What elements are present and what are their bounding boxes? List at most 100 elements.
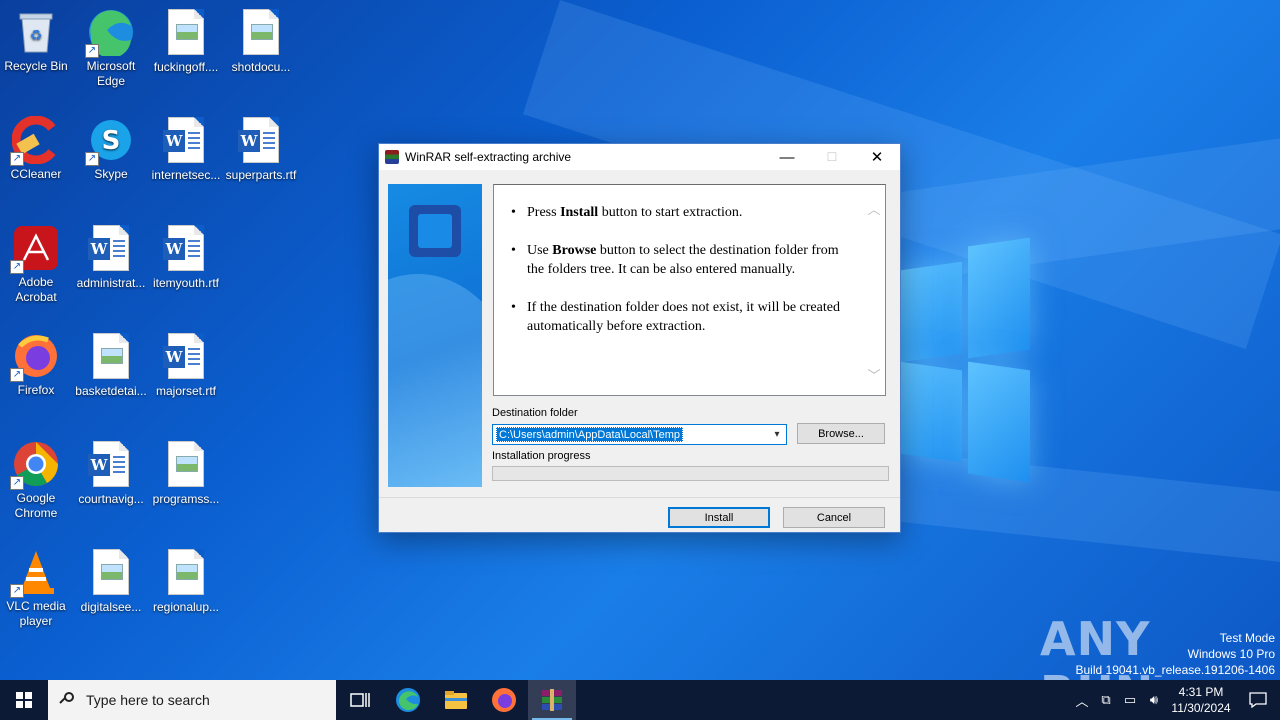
instruction-keyword: Browse — [552, 243, 597, 258]
desktop-icon[interactable]: shotdocu... — [223, 8, 299, 75]
winrar-side-banner — [388, 184, 482, 487]
windows-build-watermark: Test Mode Windows 10 Pro Build 19041.vb_… — [1076, 630, 1276, 678]
instructions-box: Press Install button to start extraction… — [493, 184, 886, 396]
desktop-icon[interactable]: ↗ VLC media player — [0, 548, 74, 629]
svg-text:S: S — [102, 126, 121, 156]
desktop-icon-label: itemyouth.rtf — [152, 276, 220, 290]
clock-time: 4:31 PM — [1178, 685, 1224, 699]
image-file-icon — [87, 333, 135, 381]
winrar-icon — [385, 150, 399, 164]
desktop-icon[interactable]: programss... — [148, 440, 224, 507]
desktop-icon[interactable]: fuckingoff.... — [148, 8, 224, 75]
close-button[interactable]: ✕ — [854, 144, 900, 170]
instruction-text: Use — [527, 243, 553, 258]
network-icon[interactable]: ▭ — [1118, 680, 1142, 720]
desktop-icon[interactable]: ↗ Firefox — [0, 332, 74, 398]
windows-logo-wallpaper — [900, 237, 1030, 483]
cancel-button[interactable]: Cancel — [783, 507, 885, 528]
destination-folder-combobox[interactable]: C:\Users\admin\AppData\Local\Temp ▾ — [492, 424, 787, 445]
word-doc-icon: W — [87, 225, 135, 273]
word-doc-icon: W — [237, 117, 285, 165]
desktop-icon-label: courtnavig... — [78, 492, 144, 506]
taskbar-file-explorer[interactable] — [432, 680, 480, 720]
taskbar-clock[interactable]: 4:31 PM 11/30/2024 — [1166, 684, 1236, 716]
winrar-sfx-dialog: WinRAR self-extracting archive — ☐ ✕ Pre… — [378, 143, 901, 533]
desktop-icon-label: Firefox — [17, 383, 55, 397]
scroll-down-icon[interactable]: ﹀ — [867, 365, 881, 384]
desktop-icon[interactable]: ↗ Adobe Acrobat — [0, 224, 74, 305]
taskbar-edge[interactable] — [384, 680, 432, 720]
word-doc-icon: W — [162, 225, 210, 273]
instruction-item: If the destination folder does not exist… — [511, 298, 855, 336]
destination-folder-label: Destination folder — [492, 407, 578, 419]
scroll-up-icon[interactable]: ︿ — [867, 199, 881, 218]
minimize-button[interactable]: — — [764, 144, 810, 170]
recycle-bin-icon: ♻ — [12, 8, 60, 56]
desktop-icon-label: superparts.rtf — [225, 168, 297, 182]
notifications-icon[interactable] — [1236, 680, 1280, 720]
instruction-text: If the destination folder does not exist… — [527, 300, 840, 334]
desktop-icon-label: digitalsee... — [80, 600, 142, 614]
shortcut-arrow-icon: ↗ — [10, 476, 24, 490]
start-button[interactable] — [0, 680, 48, 720]
destination-folder-value[interactable]: C:\Users\admin\AppData\Local\Temp — [496, 427, 683, 442]
desktop-icon[interactable]: Wsuperparts.rtf — [223, 116, 299, 183]
dialog-titlebar[interactable]: WinRAR self-extracting archive — ☐ ✕ — [379, 144, 900, 170]
desktop-icon-label: Google Chrome — [14, 491, 58, 520]
skype-icon: S ↗ — [85, 116, 135, 166]
shortcut-arrow-icon: ↗ — [10, 368, 24, 382]
winrar-logo-icon — [409, 205, 461, 257]
image-file-icon — [237, 9, 285, 57]
install-button[interactable]: Install — [668, 507, 770, 528]
task-view-button[interactable] — [336, 680, 384, 720]
desktop-icon[interactable]: ♻ Recycle Bin — [0, 8, 74, 74]
dialog-title: WinRAR self-extracting archive — [405, 150, 572, 164]
desktop-icon[interactable]: regionalup... — [148, 548, 224, 615]
taskbar-firefox[interactable] — [480, 680, 528, 720]
desktop-icon[interactable]: Winternetsec... — [148, 116, 224, 183]
volume-icon[interactable]: 🔊︎ — [1142, 680, 1166, 720]
desktop-icon-label: fuckingoff.... — [153, 60, 219, 74]
maximize-button: ☐ — [826, 150, 838, 164]
firefox-icon: ↗ — [10, 332, 60, 382]
desktop-icon-label: shotdocu... — [231, 60, 291, 74]
desktop-icon[interactable]: Witemyouth.rtf — [148, 224, 224, 291]
instruction-text: button to start extraction. — [598, 205, 743, 220]
desktop-icon[interactable]: basketdetai... — [73, 332, 149, 399]
desktop-icon[interactable]: Wadministrat... — [73, 224, 149, 291]
edge-icon — [396, 688, 420, 712]
search-icon — [60, 692, 76, 708]
edge-icon: ↗ — [85, 8, 135, 59]
sync-icon[interactable]: ⧉ — [1094, 680, 1118, 720]
instruction-item: Use Browse button to select the destinat… — [511, 241, 855, 279]
desktop-icon-label: programss... — [152, 492, 220, 506]
image-file-icon — [162, 441, 210, 489]
desktop-icon[interactable]: ↗ CCleaner — [0, 115, 74, 182]
desktop-icon[interactable]: digitalsee... — [73, 548, 149, 615]
image-file-icon — [162, 9, 210, 57]
desktop-icon[interactable]: Wcourtnavig... — [73, 440, 149, 507]
ccleaner-icon: ↗ — [10, 115, 60, 166]
desktop-icon[interactable]: Wmajorset.rtf — [148, 332, 224, 399]
chevron-up-icon[interactable]: ︿ — [1070, 680, 1094, 720]
desktop-icon-label: Microsoft Edge — [86, 59, 136, 88]
file-explorer-icon — [445, 691, 467, 709]
taskbar-winrar[interactable] — [528, 680, 576, 720]
taskbar-search-box[interactable]: Type here to search — [48, 680, 336, 720]
word-doc-icon: W — [87, 441, 135, 489]
desktop-icon[interactable]: S ↗ Skype — [73, 116, 149, 182]
chevron-down-icon[interactable]: ▾ — [768, 425, 786, 444]
winrar-icon — [542, 689, 562, 711]
desktop-icon-label: Recycle Bin — [4, 59, 68, 73]
windows-edition-text: Windows 10 Pro — [1187, 647, 1275, 661]
instruction-item: Press Install button to start extraction… — [511, 203, 855, 222]
shortcut-arrow-icon: ↗ — [85, 44, 99, 58]
desktop-icon[interactable]: ↗ Google Chrome — [0, 440, 74, 521]
desktop-icon-label: basketdetai... — [75, 384, 147, 398]
vlc-icon: ↗ — [10, 548, 60, 598]
desktop-icon[interactable]: ↗ Microsoft Edge — [73, 8, 149, 89]
build-text: Build 19041.vb_release.191206-1406 — [1075, 663, 1276, 677]
browse-button[interactable]: Browse... — [797, 423, 885, 444]
clock-date: 11/30/2024 — [1171, 701, 1231, 715]
desktop-icon-label: internetsec... — [151, 168, 221, 182]
